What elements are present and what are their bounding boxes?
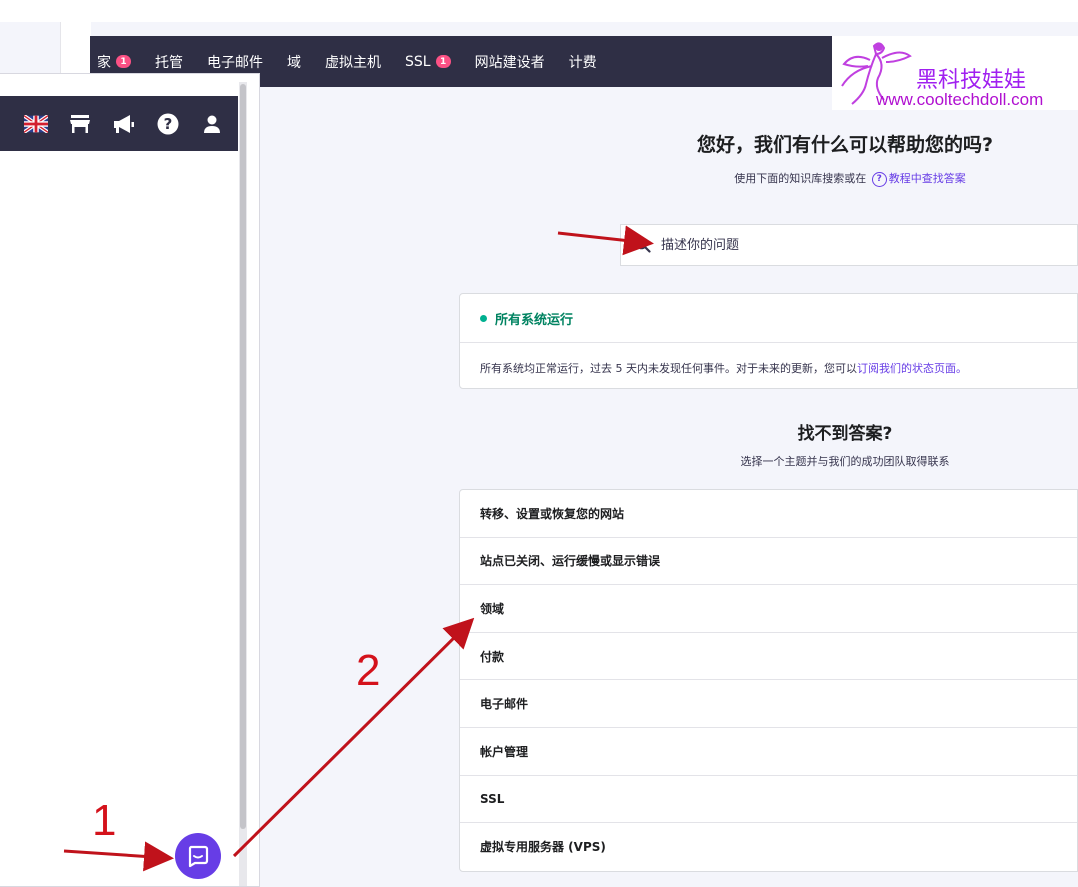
scrollbar-thumb[interactable]: [240, 84, 246, 829]
watermark-url: www.cooltechdoll.com: [876, 90, 1044, 109]
notification-badge: 1: [435, 55, 451, 68]
status-heading: 所有系统运行: [495, 312, 574, 328]
help-subtitle: 使用下面的知识库搜索或在 ? 教程中查找答案: [680, 170, 1020, 187]
topic-item-email[interactable]: 电子邮件: [460, 680, 1077, 728]
topic-item-migrate-website[interactable]: 转移、设置或恢复您的网站: [460, 490, 1077, 538]
svg-text:?: ?: [164, 115, 173, 133]
nav-item-label: 计费: [568, 54, 597, 71]
status-message: 所有系统均正常运行，过去 5 天内未发现任何事件。对于未来的更新，您可以订阅我们…: [460, 343, 1077, 376]
nav-item-ssl[interactable]: SSL 1: [393, 36, 463, 87]
watermark: 黑科技娃娃 www.cooltechdoll.com: [832, 36, 1078, 110]
status-dot-icon: [480, 314, 487, 322]
user-icon[interactable]: [200, 112, 224, 136]
top-strip: [0, 0, 1078, 22]
topic-list: 转移、设置或恢复您的网站 站点已关闭、运行缓慢或显示错误 领域 付款 电子邮件 …: [459, 489, 1078, 872]
not-found-subtitle: 选择一个主题并与我们的成功团队取得联系: [740, 455, 950, 468]
nav-item-label: 网站建设者: [474, 54, 545, 71]
tutorials-link[interactable]: 教程中查找答案: [889, 172, 966, 185]
nav-item-billing[interactable]: 计费: [557, 36, 609, 87]
topic-item-site-down[interactable]: 站点已关闭、运行缓慢或显示错误: [460, 538, 1077, 586]
left-panel: ?: [0, 73, 260, 887]
nav-item-label: 电子邮件: [207, 54, 263, 71]
not-found-title: 找不到答案?: [797, 424, 893, 444]
topic-item-domains[interactable]: 领域: [460, 585, 1077, 633]
nav-item-label: 托管: [155, 54, 183, 71]
topic-item-account[interactable]: 帐户管理: [460, 728, 1077, 776]
step-label-1: 1: [92, 796, 117, 845]
help-subtitle-text: 使用下面的知识库搜索或在: [734, 172, 867, 185]
system-status-card: 所有系统运行 所有系统均正常运行，过去 5 天内未发现任何事件。对于未来的更新，…: [459, 293, 1078, 389]
uk-flag-icon[interactable]: [24, 112, 48, 136]
search-icon: [635, 237, 651, 253]
store-icon[interactable]: [68, 112, 92, 136]
search-box[interactable]: [620, 224, 1078, 266]
chat-button[interactable]: [175, 833, 221, 879]
topic-item-payments[interactable]: 付款: [460, 633, 1077, 681]
chat-icon: [188, 845, 209, 868]
question-circle-icon: ?: [871, 171, 887, 187]
nav-item-vps[interactable]: 虚拟主机: [313, 36, 393, 87]
help-title: 您好，我们有什么可以帮助您的吗?: [696, 134, 994, 156]
status-page-link[interactable]: 订阅我们的状态页面。: [857, 362, 967, 375]
topic-item-vps[interactable]: 虚拟专用服务器 (VPS): [460, 823, 1077, 871]
nav-item-label: 家: [97, 54, 111, 71]
megaphone-icon[interactable]: [112, 112, 136, 136]
status-heading-row: 所有系统运行: [460, 294, 1077, 343]
nav-item-website-builder[interactable]: 网站建设者: [463, 36, 557, 87]
step-label-2: 2: [356, 646, 381, 695]
left-toolbar: ?: [0, 96, 238, 151]
panel-scrollbar[interactable]: [239, 82, 247, 886]
nav-item-label: 虚拟主机: [325, 54, 381, 71]
notification-badge: 1: [116, 55, 131, 68]
search-input[interactable]: [659, 236, 1043, 254]
nav-item-label: SSL: [405, 53, 431, 70]
help-icon[interactable]: ?: [156, 112, 180, 136]
status-message-text: 所有系统均正常运行，过去 5 天内未发现任何事件。对于未来的更新，您可以: [480, 362, 857, 375]
topic-item-ssl[interactable]: SSL: [460, 776, 1077, 824]
nav-item-label: 域: [287, 54, 301, 71]
nav-item-domains[interactable]: 域: [275, 36, 313, 87]
